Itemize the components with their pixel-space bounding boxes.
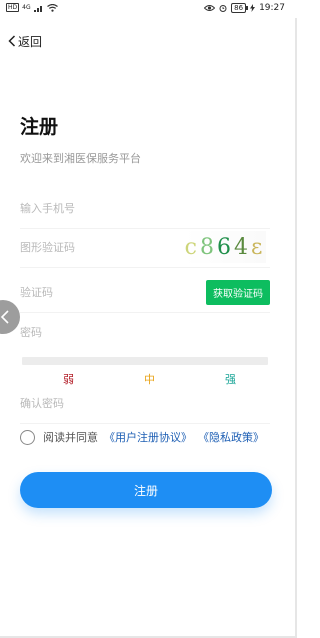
captcha-char: 4 [233,234,251,260]
privacy-policy-link[interactable]: 《隐私政策》 [198,429,264,445]
password-strength-bar [22,357,268,365]
captcha-input[interactable] [20,237,190,257]
user-agreement-link[interactable]: 《用户注册协议》 [104,429,192,445]
status-time: 19:27 [259,3,285,13]
wifi-icon [46,3,58,12]
battery-indicator: 86 [231,3,248,13]
back-button[interactable]: 返回 [8,32,42,50]
right-edge-divider [295,18,297,638]
page-subtitle: 欢迎来到湘医保服务平台 [20,152,141,165]
captcha-field-row: c 8 6 4 ɛ [20,229,270,268]
phone-field-row [20,190,270,229]
agreement-row: 阅读并同意 《用户注册协议》 《隐私政策》 [20,428,264,446]
confirm-password-input[interactable] [20,393,190,413]
status-right: 86 19:27 [204,3,285,13]
agreement-checkbox[interactable] [20,429,35,445]
password-field-row [20,314,270,352]
captcha-image[interactable]: c 8 6 4 ɛ [184,231,266,263]
phone-input[interactable] [20,198,190,218]
alarm-icon [219,5,227,12]
password-input[interactable] [20,322,190,342]
confirm-password-field-row [20,385,270,424]
agreement-prefix: 阅读并同意 [43,431,98,444]
eye-icon [204,5,216,11]
status-left: HD 4G [6,3,58,12]
captcha-char: 6 [216,234,234,260]
page-title: 注册 [20,116,59,138]
chevron-left-icon [0,310,9,324]
floating-back-button[interactable] [0,300,20,334]
captcha-char: 8 [199,234,217,260]
status-bar: HD 4G 86 19:27 [0,0,297,18]
captcha-char: ɛ [250,234,266,260]
register-button[interactable]: 注册 [20,472,272,508]
back-label: 返回 [18,34,43,49]
sms-code-input[interactable] [20,282,190,302]
captcha-char: c [184,234,200,260]
hd-badge: HD [6,3,20,12]
get-sms-code-button[interactable]: 获取验证码 [206,280,270,305]
signal-text: 4G [22,4,31,11]
sms-code-field-row: 获取验证码 [20,274,270,313]
signal-icon [33,5,42,12]
charging-icon [250,4,256,12]
chevron-left-icon [8,35,16,47]
